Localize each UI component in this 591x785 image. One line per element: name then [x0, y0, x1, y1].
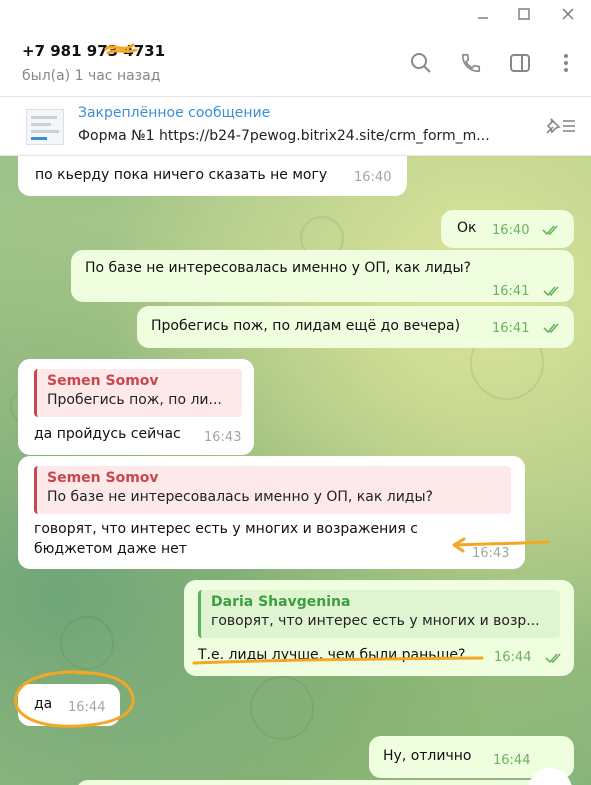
search-icon[interactable]: [408, 50, 434, 76]
message-time: 16:43: [204, 430, 242, 445]
message-text: Ну, отлично: [383, 748, 472, 764]
message-text: Ок: [457, 220, 477, 236]
message-time: 16:41: [492, 284, 530, 299]
message-bubble-outgoing[interactable]: Пробегись пож, по лидам ещё до вечера) 1…: [137, 306, 574, 348]
message-text-line1: говорят, что интерес есть у многих и воз…: [34, 521, 418, 537]
message-bubble-outgoing[interactable]: По базе не интересовалась именно у ОП, к…: [71, 250, 574, 302]
chat-history[interactable]: по кьерду пока ничего сказать не могу 16…: [0, 156, 591, 785]
wallpaper-doodle: [60, 616, 114, 670]
message-time: 16:43: [472, 546, 510, 561]
reply-text: говорят, что интерес есть у многих и воз…: [211, 613, 540, 629]
message-bubble-outgoing[interactable]: [76, 780, 574, 785]
message-time: 16:41: [492, 321, 530, 336]
reply-text: Пробегись пож, по ли...: [47, 392, 222, 408]
message-bubble-incoming[interactable]: по кьерду пока ничего сказать не могу 16…: [18, 156, 407, 196]
message-bubble-outgoing[interactable]: Daria Shavgenina говорят, что интерес ес…: [184, 580, 574, 676]
reply-author: Semen Somov: [47, 373, 159, 389]
message-time: 16:44: [68, 700, 106, 715]
sidebar-toggle-icon[interactable]: [507, 50, 533, 76]
message-text: да: [34, 696, 53, 712]
message-bubble-incoming[interactable]: Semen Somov По базе не интересовалась им…: [18, 456, 525, 569]
maximize-icon[interactable]: [514, 4, 534, 24]
read-ticks-icon: [542, 225, 558, 236]
contact-status: был(а) 1 час назад: [22, 68, 161, 84]
close-icon[interactable]: [558, 4, 578, 24]
message-text: по кьерду пока ничего сказать не могу: [35, 167, 328, 183]
reply-quote[interactable]: Daria Shavgenina говорят, что интерес ес…: [198, 590, 560, 638]
reply-quote[interactable]: Semen Somov По базе не интересовалась им…: [34, 466, 511, 514]
pinned-thumbnail: [26, 109, 64, 145]
read-ticks-icon: [545, 653, 561, 664]
message-bubble-outgoing[interactable]: Ок 16:40: [441, 210, 574, 248]
reply-author: Semen Somov: [47, 470, 159, 486]
message-text: Т.е. лиды лучше, чем были раньше?: [198, 647, 466, 663]
message-text: По базе не интересовалась именно у ОП, к…: [85, 260, 471, 276]
title-bar: [0, 0, 591, 28]
message-text-line2: бюджетом даже нет: [34, 541, 187, 557]
pinned-title: Закреплённое сообщение: [78, 105, 271, 121]
message-text: да пройдусь сейчас: [34, 426, 181, 442]
pinned-message-bar[interactable]: Закреплённое сообщение Форма №1 https://…: [0, 96, 591, 156]
message-time: 16:44: [493, 753, 531, 768]
minimize-icon[interactable]: [473, 4, 493, 24]
read-ticks-icon: [543, 323, 559, 334]
message-time: 16:44: [494, 650, 532, 665]
read-ticks-icon: [543, 286, 559, 297]
phone-icon[interactable]: [458, 50, 484, 76]
more-options-icon[interactable]: [553, 50, 579, 76]
message-time: 16:40: [354, 170, 392, 185]
message-bubble-incoming[interactable]: Semen Somov Пробегись пож, по ли... да п…: [18, 359, 254, 455]
pin-list-icon[interactable]: [543, 115, 577, 141]
message-text: Пробегись пож, по лидам ещё до вечера): [151, 318, 461, 334]
wallpaper-doodle: [250, 676, 314, 740]
reply-text: По базе не интересовалась именно у ОП, к…: [47, 489, 433, 505]
reply-quote[interactable]: Semen Somov Пробегись пож, по ли...: [34, 369, 242, 417]
message-bubble-incoming[interactable]: да 16:44: [18, 684, 120, 726]
pinned-text: Форма №1 https://b24-7pewog.bitrix24.sit…: [78, 128, 490, 144]
contact-name[interactable]: +7 981 973 4731: [22, 42, 165, 60]
chat-header: +7 981 973 4731 был(а) 1 час назад: [0, 28, 591, 96]
message-time: 16:40: [492, 223, 530, 238]
reply-author: Daria Shavgenina: [211, 594, 351, 610]
